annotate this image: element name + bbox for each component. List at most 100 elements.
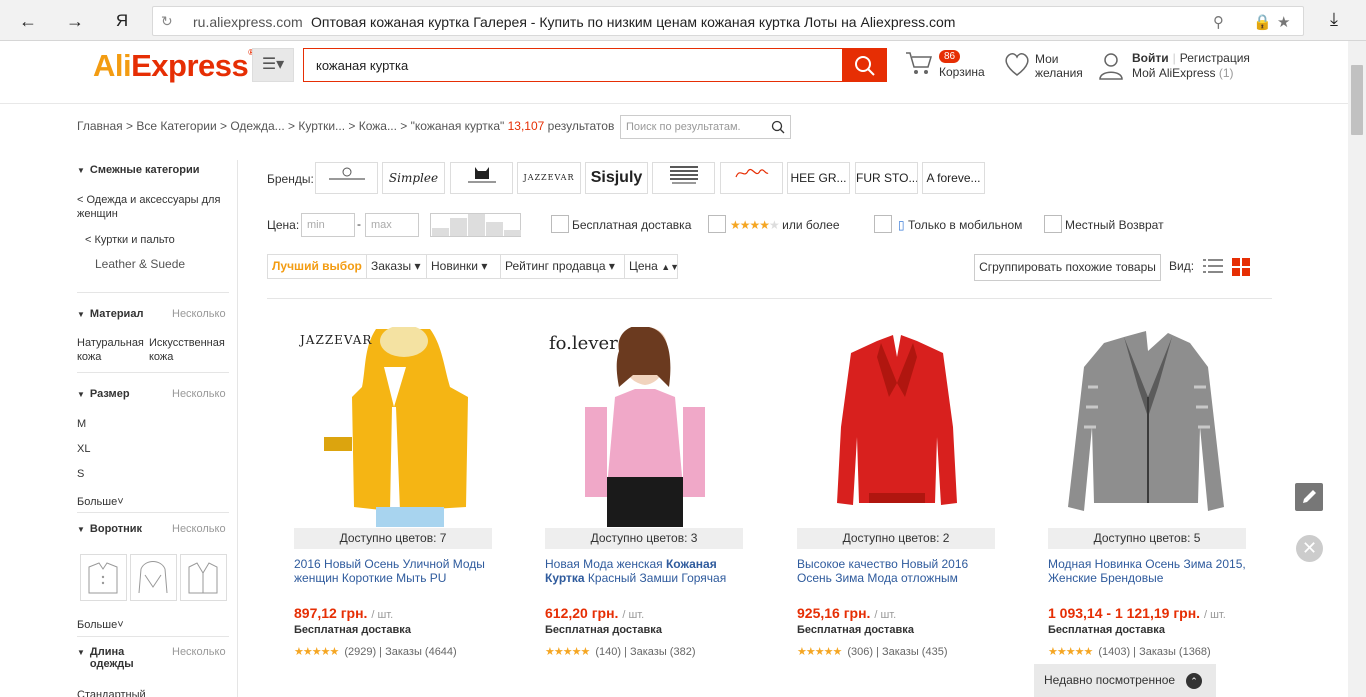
categories-menu-button[interactable]: ☰▾: [252, 48, 294, 82]
breadcrumb[interactable]: Главная > Все Категории > Одежда... > Ку…: [77, 119, 614, 133]
available-colors[interactable]: Доступно цветов: 7: [294, 528, 492, 549]
rating-filter-label[interactable]: ★★★★★ или более: [730, 218, 840, 232]
brand-logo[interactable]: JAZZEVAR: [517, 162, 581, 194]
sidebar-divider: [77, 372, 229, 373]
brand-logo[interactable]: HEE GR...: [787, 162, 850, 194]
brand-logo[interactable]: [315, 162, 378, 194]
brand-logo[interactable]: [720, 162, 783, 194]
search-input[interactable]: кожаная куртка: [303, 48, 843, 82]
brand-zebra-icon: [669, 166, 698, 184]
account-menu[interactable]: Войти | Регистрация Мой AliExpress (1): [1098, 51, 1250, 84]
size-heading[interactable]: ▼ Размер Несколько: [77, 388, 229, 400]
more-sizes-link[interactable]: Больше˅: [77, 495, 124, 509]
material-option[interactable]: Искусственная кожа: [149, 336, 229, 364]
category-link[interactable]: < Куртки и пальто: [85, 233, 175, 247]
wishlist-link[interactable]: Мои желания: [1003, 51, 1083, 80]
collar-peter-pan-icon: [88, 562, 118, 594]
brand-logo[interactable]: Simplee: [382, 162, 445, 194]
bookmark-star-icon[interactable]: ★: [1277, 13, 1290, 31]
my-account-link[interactable]: Мой AliExpress: [1132, 66, 1216, 80]
address-bar[interactable]: ↻ ru.aliexpress.com Оптовая кожаная курт…: [152, 6, 1304, 36]
back-icon[interactable]: ←: [16, 9, 40, 33]
product-image[interactable]: JAZZEVAR: [294, 325, 492, 527]
available-colors[interactable]: Доступно цветов: 3: [545, 528, 743, 549]
category-link-current[interactable]: Leather & Suede: [95, 257, 185, 271]
brands-label: Бренды:: [267, 172, 314, 186]
collar-hood-icon: [138, 561, 168, 594]
brand-logo[interactable]: Sisjuly: [585, 162, 648, 194]
brand-logo[interactable]: FUR STO...: [855, 162, 918, 194]
search-within-results-input[interactable]: Поиск по результатам.: [620, 115, 791, 139]
sidebar-divider: [77, 636, 229, 637]
product-title[interactable]: 2016 Новый Осень Уличной Моды женщин Кор…: [294, 557, 492, 585]
collar-option[interactable]: [180, 554, 227, 601]
product-image[interactable]: [1048, 327, 1246, 527]
free-shipping-label: Бесплатная доставка: [797, 624, 914, 636]
size-option[interactable]: XL: [77, 442, 90, 456]
mobile-only-checkbox[interactable]: [874, 215, 892, 233]
category-link[interactable]: < Одежда и аксессуары для женщин: [77, 193, 227, 221]
list-view-icon[interactable]: [1203, 258, 1223, 274]
length-heading[interactable]: ▼ Длина одежды Несколько: [77, 646, 229, 670]
collar-option[interactable]: [80, 554, 127, 601]
sort-newest[interactable]: Новинки ▾: [427, 255, 501, 278]
brand-logo[interactable]: [652, 162, 715, 194]
sort-price[interactable]: Цена ▲▼: [625, 255, 679, 278]
browser-logo-icon[interactable]: Я: [110, 9, 134, 33]
material-option[interactable]: Натуральная кожа: [77, 336, 144, 364]
group-similar-button[interactable]: Сгруппировать похожие товары: [974, 254, 1161, 281]
recently-viewed-panel[interactable]: Недавно посмотренное ⌃: [1034, 664, 1216, 697]
sort-orders[interactable]: Заказы ▾: [367, 255, 427, 278]
product-title[interactable]: Новая Мода женская Кожаная Куртка Красны…: [545, 557, 743, 585]
dropdown-arrow-icon: ▾: [414, 259, 421, 273]
brand-logo[interactable]: A foreve...: [922, 162, 985, 194]
available-colors[interactable]: Доступно цветов: 2: [797, 528, 995, 549]
register-link[interactable]: Регистрация: [1180, 51, 1250, 65]
more-collars-link[interactable]: Больше˅: [77, 618, 124, 632]
rating-checkbox[interactable]: [708, 215, 726, 233]
sort-best-match[interactable]: Лучший выбор: [268, 255, 367, 278]
scrollbar-thumb[interactable]: [1351, 65, 1363, 135]
collar-option[interactable]: [130, 554, 177, 601]
cart-count-badge: 86: [939, 50, 961, 63]
product-title[interactable]: Высокое качество Новый 2016 Осень Зима М…: [797, 557, 995, 585]
search-page-icon[interactable]: ⚲: [1213, 13, 1224, 31]
search-button[interactable]: [842, 48, 887, 82]
price-min-input[interactable]: min: [301, 213, 355, 237]
lock-icon[interactable]: 🔒: [1253, 13, 1272, 31]
forward-icon[interactable]: →: [63, 9, 87, 33]
size-option[interactable]: M: [77, 417, 86, 431]
free-shipping-label[interactable]: Бесплатная доставка: [572, 218, 691, 232]
sort-bar: Лучший выбор Заказы ▾ Новинки ▾ Рейтинг …: [267, 254, 679, 279]
related-categories-heading[interactable]: ▼ Смежные категории: [77, 164, 200, 176]
price-max-input[interactable]: max: [365, 213, 419, 237]
local-return-checkbox[interactable]: [1044, 215, 1062, 233]
local-return-label[interactable]: Местный Возврат: [1065, 218, 1164, 232]
mobile-only-label[interactable]: ▯ Только в мобильном: [898, 218, 1022, 232]
rating-stars-icon: ★★★★★: [545, 646, 590, 658]
free-shipping-checkbox[interactable]: [551, 215, 569, 233]
product-image[interactable]: fo.lever: [545, 325, 743, 527]
search-icon: [855, 56, 875, 76]
chevron-up-icon[interactable]: ⌃: [1186, 673, 1202, 689]
material-heading[interactable]: ▼ Материал Несколько: [77, 308, 229, 320]
aliexpress-logo[interactable]: AliExpress®: [93, 48, 254, 84]
product-image[interactable]: [797, 327, 995, 527]
close-icon[interactable]: ✕: [1296, 535, 1323, 562]
user-icon: [1099, 53, 1123, 80]
collar-heading[interactable]: ▼ Воротник Несколько: [77, 523, 229, 535]
brand-logo[interactable]: [450, 162, 513, 194]
page-scrollbar[interactable]: [1348, 41, 1366, 697]
feedback-edit-button[interactable]: [1295, 483, 1323, 511]
reload-icon[interactable]: ↻: [161, 13, 173, 30]
grid-view-icon[interactable]: [1232, 258, 1250, 276]
product-title[interactable]: Модная Новинка Осень Зима 2015, Женские …: [1048, 557, 1246, 585]
cart-link[interactable]: 86 Корзина: [905, 50, 990, 84]
signin-link[interactable]: Войти: [1132, 51, 1169, 65]
length-option[interactable]: Стандартный: [77, 688, 146, 697]
price-histogram[interactable]: [430, 213, 521, 237]
available-colors[interactable]: Доступно цветов: 5: [1048, 528, 1246, 549]
download-icon[interactable]: ⤓: [1330, 9, 1338, 30]
size-option[interactable]: S: [77, 467, 84, 481]
sort-seller-rating[interactable]: Рейтинг продавца ▾: [501, 255, 625, 278]
